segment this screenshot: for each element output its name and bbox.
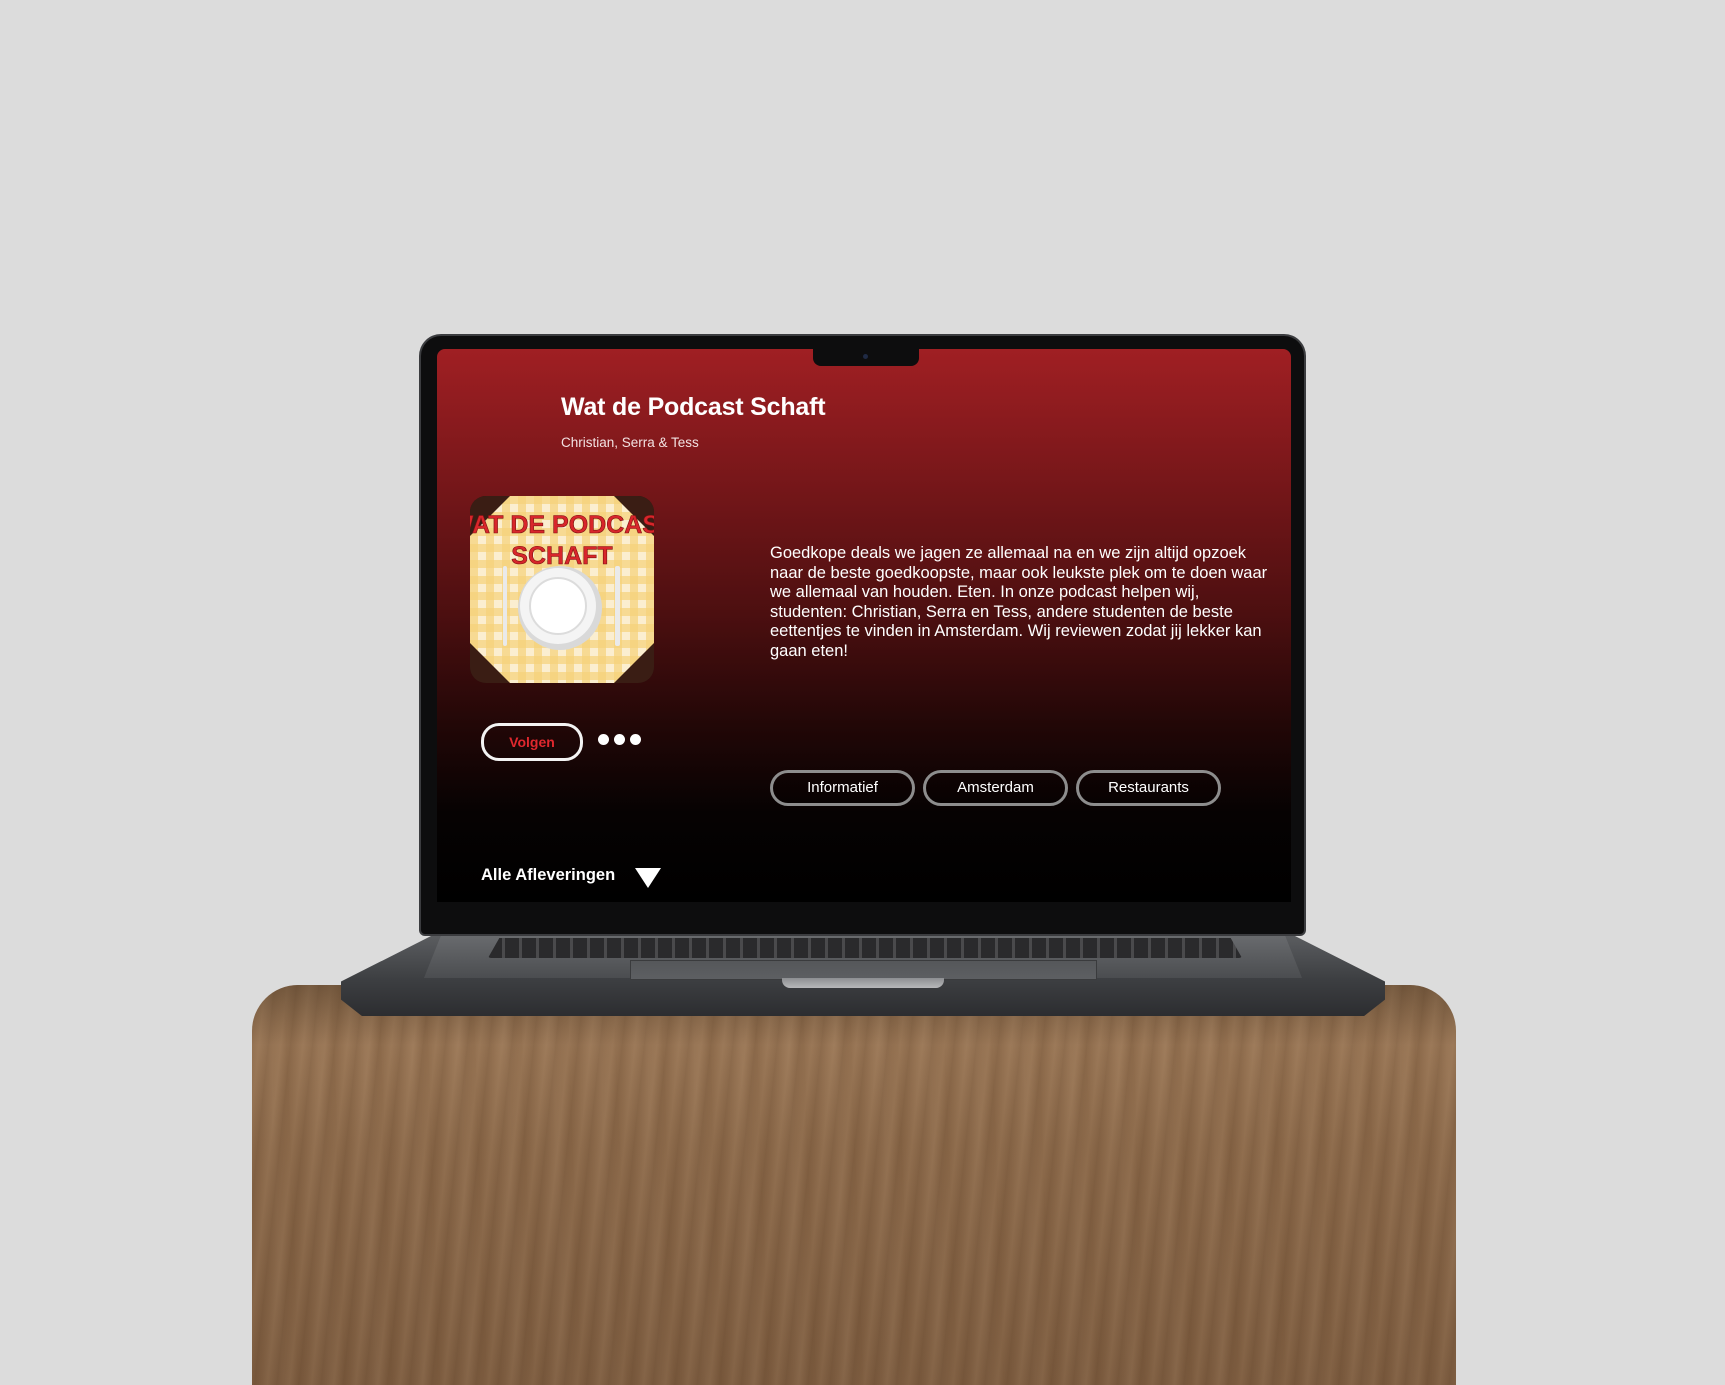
- podcast-screen: Wat de Podcast Schaft Christian, Serra &…: [437, 349, 1291, 902]
- cover-title-line1: WAT DE PODCAST: [470, 511, 654, 539]
- laptop-trackpad: [630, 960, 1097, 980]
- tag-restaurants[interactable]: Restaurants: [1076, 770, 1221, 806]
- dot: [614, 734, 625, 745]
- podcast-hosts: Christian, Serra & Tess: [561, 435, 699, 450]
- camera-notch: [813, 349, 919, 366]
- follow-button[interactable]: Volgen: [481, 723, 583, 761]
- more-dots-icon[interactable]: [598, 734, 641, 745]
- dot: [630, 734, 641, 745]
- tag-informatief[interactable]: Informatief: [770, 770, 915, 806]
- cover-image: WAT DE PODCAST SCHAFT: [470, 496, 654, 683]
- podcast-cover-art[interactable]: WAT DE PODCAST SCHAFT: [470, 496, 654, 683]
- tag-amsterdam[interactable]: Amsterdam: [923, 770, 1068, 806]
- dot: [598, 734, 609, 745]
- podcast-title: Wat de Podcast Schaft: [561, 393, 826, 421]
- all-episodes-toggle[interactable]: Alle Afleveringen: [481, 866, 615, 885]
- laptop-keyboard: [488, 938, 1242, 958]
- cover-title-line2: SCHAFT: [511, 542, 612, 570]
- laptop-front-lip: [782, 978, 944, 988]
- triangle-down-icon[interactable]: [635, 868, 661, 888]
- wooden-pedestal: [252, 985, 1456, 1385]
- podcast-description: Goedkope deals we jagen ze allemaal na e…: [770, 544, 1268, 660]
- camera-icon: [863, 354, 868, 359]
- tag-list: Informatief Amsterdam Restaurants: [770, 770, 1221, 806]
